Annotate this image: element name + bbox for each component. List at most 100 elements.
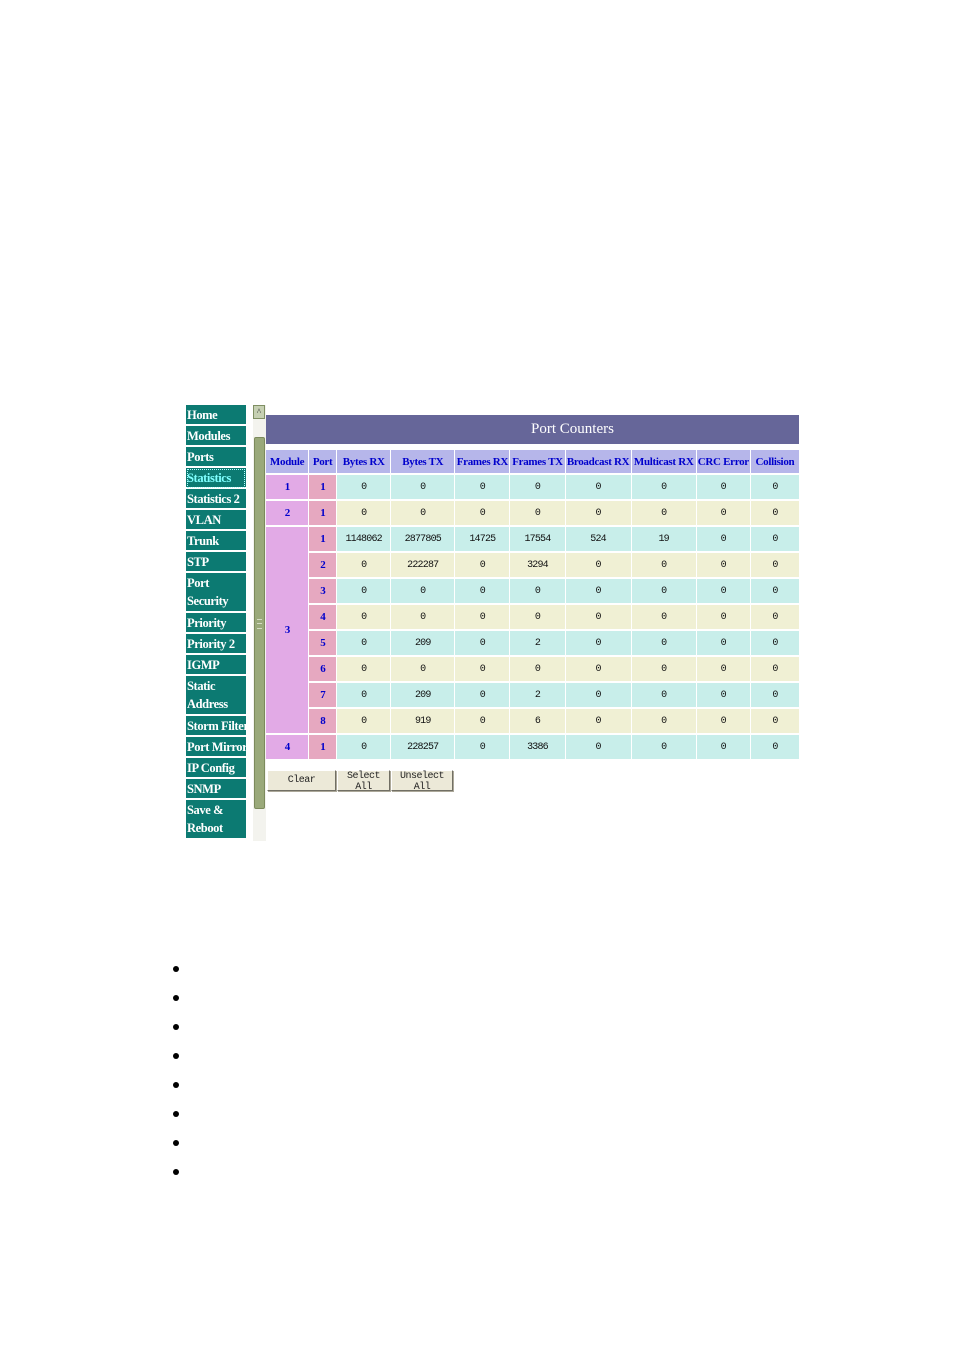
counter-cell-broadcast-rx: 0 [565, 709, 631, 733]
bullet-icon [173, 1111, 179, 1117]
table-row: 600000000 [266, 657, 799, 681]
table-row: 8 0 919 0 6 0 0 0 0 [266, 709, 799, 733]
sidebar-item-igmp[interactable]: IGMP [186, 655, 246, 676]
counter-cell-frames-rx: 0 [455, 735, 510, 759]
counter-cell-frames-tx: 0 [510, 501, 565, 525]
counter-cell-collision: 0 [750, 501, 799, 525]
scroll-up-button[interactable]: ^ [253, 405, 265, 419]
counter-cell-bytes-rx: 0 [337, 475, 391, 499]
sidebar-item-storm-filter[interactable]: Storm Filter [186, 716, 246, 737]
counter-cell-collision: 0 [750, 709, 799, 733]
counter-cell-bytes-tx: 228257 [391, 735, 455, 759]
column-header-collision: Collision [750, 450, 799, 473]
column-header-port: Port [309, 450, 337, 473]
port-cell[interactable]: 5 [309, 631, 337, 655]
select-all-button[interactable]: Select All [337, 770, 390, 793]
sidebar-item-port-mirror[interactable]: Port Mirror [186, 737, 246, 758]
counter-cell-collision: 0 [750, 605, 799, 629]
bullet-icon [173, 1053, 179, 1059]
port-counters-table: Module Port Bytes RX Bytes TX Frames RX Frame… [265, 448, 800, 761]
counter-cell-frames-tx: 6 [510, 709, 565, 733]
counter-cell-crc-error: 0 [696, 683, 750, 707]
sidebar-item-port-security[interactable]: Port Security [186, 573, 246, 613]
counter-cell-bytes-tx: 0 [391, 475, 455, 499]
counter-cell-broadcast-rx: 0 [565, 735, 631, 759]
counter-cell-frames-rx: 14725 [455, 527, 510, 551]
counter-cell-frames-tx: 0 [510, 475, 565, 499]
counter-cell-multicast-rx: 0 [631, 657, 696, 681]
action-buttons: Clear Select All Unselect All [267, 770, 453, 793]
grip-icon [257, 619, 262, 629]
counter-cell-broadcast-rx: 0 [565, 553, 631, 577]
counter-cell-bytes-rx: 0 [337, 579, 391, 603]
counter-cell-bytes-rx: 0 [337, 501, 391, 525]
counter-cell-frames-tx: 17554 [510, 527, 565, 551]
scrollbar-thumb[interactable] [254, 437, 265, 809]
sidebar-item-ports[interactable]: Ports [186, 447, 246, 468]
sidebar-item-static-address[interactable]: Static Address [186, 676, 246, 716]
sidebar-item-trunk[interactable]: Trunk [186, 531, 246, 552]
sidebar-item-ip-config[interactable]: IP Config [186, 758, 246, 779]
chevron-up-icon: ^ [256, 407, 262, 417]
column-header-module: Module [266, 450, 309, 473]
counter-cell-broadcast-rx: 0 [565, 579, 631, 603]
counter-cell-collision: 0 [750, 579, 799, 603]
sidebar-item-snmp[interactable]: SNMP [186, 779, 246, 800]
sidebar-item-stp[interactable]: STP [186, 552, 246, 573]
table-row: 3 1 1148062 2877805 14725 17554 524 19 0 0 [266, 527, 799, 733]
sidebar-item-statistics-2[interactable]: Statistics 2 [186, 489, 246, 510]
sidebar-item-priority[interactable]: Priority [186, 613, 246, 634]
sidebar-item-save-reboot[interactable]: Save & Reboot [186, 800, 246, 840]
clear-button[interactable]: Clear [267, 770, 336, 791]
table-row: 4 1 0 228257 0 3386 0 0 0 0 [266, 735, 799, 759]
counter-cell-crc-error: 0 [696, 553, 750, 577]
counter-cell-frames-rx: 0 [455, 683, 510, 707]
port-cell[interactable]: 1 [309, 475, 337, 499]
unselect-all-button[interactable]: Unselect All [391, 770, 453, 793]
sidebar-item-priority-2[interactable]: Priority 2 [186, 634, 246, 655]
port-cell[interactable]: 4 [309, 605, 337, 629]
column-header-bytes-tx: Bytes TX [391, 450, 455, 473]
column-header-frames-rx: Frames RX [455, 450, 510, 473]
counter-cell-multicast-rx: 0 [631, 475, 696, 499]
counter-cell-bytes-tx: 222287 [391, 553, 455, 577]
counter-cell-frames-tx: 0 [510, 605, 565, 629]
sidebar-nav: Home Modules Ports Statistics Statistics 2 VL… [186, 405, 246, 840]
table-row: 300000000 [266, 579, 799, 603]
counter-cell-frames-rx: 0 [455, 631, 510, 655]
counter-cell-frames-tx: 3294 [510, 553, 565, 577]
column-header-frames-tx: Frames TX [510, 450, 565, 473]
counter-cell-frames-rx: 0 [455, 501, 510, 525]
counter-cell-bytes-tx: 209 [391, 683, 455, 707]
counter-cell-multicast-rx: 19 [631, 527, 696, 551]
port-cell[interactable]: 2 [309, 553, 337, 577]
port-cell[interactable]: 1 [309, 527, 337, 551]
counter-cell-crc-error: 0 [696, 735, 750, 759]
module-cell: 1 [266, 475, 309, 499]
table-row: 5 0 209 0 2 0 0 0 0 [266, 631, 799, 655]
column-header-broadcast-rx: Broadcast RX [565, 450, 631, 473]
counter-cell-frames-tx: 2 [510, 631, 565, 655]
port-cell[interactable]: 7 [309, 683, 337, 707]
port-cell[interactable]: 1 [309, 501, 337, 525]
table-row: 400000000 [266, 605, 799, 629]
counter-cell-collision: 0 [750, 631, 799, 655]
counter-cell-bytes-tx: 2877805 [391, 527, 455, 551]
bullet-icon [173, 1024, 179, 1030]
counter-cell-collision: 0 [750, 527, 799, 551]
counter-cell-frames-rx: 0 [455, 709, 510, 733]
counter-cell-broadcast-rx: 0 [565, 605, 631, 629]
counter-cell-broadcast-rx: 0 [565, 683, 631, 707]
port-cell[interactable]: 1 [309, 735, 337, 759]
port-cell[interactable]: 8 [309, 709, 337, 733]
counter-cell-frames-tx: 0 [510, 579, 565, 603]
sidebar-item-home[interactable]: Home [186, 405, 246, 426]
sidebar-item-vlan[interactable]: VLAN [186, 510, 246, 531]
counter-cell-bytes-tx: 0 [391, 605, 455, 629]
sidebar-item-statistics[interactable]: Statistics [186, 468, 246, 489]
module-cell: 3 [266, 527, 309, 733]
sidebar-item-modules[interactable]: Modules [186, 426, 246, 447]
counter-cell-multicast-rx: 0 [631, 605, 696, 629]
port-cell[interactable]: 6 [309, 657, 337, 681]
port-cell[interactable]: 3 [309, 579, 337, 603]
